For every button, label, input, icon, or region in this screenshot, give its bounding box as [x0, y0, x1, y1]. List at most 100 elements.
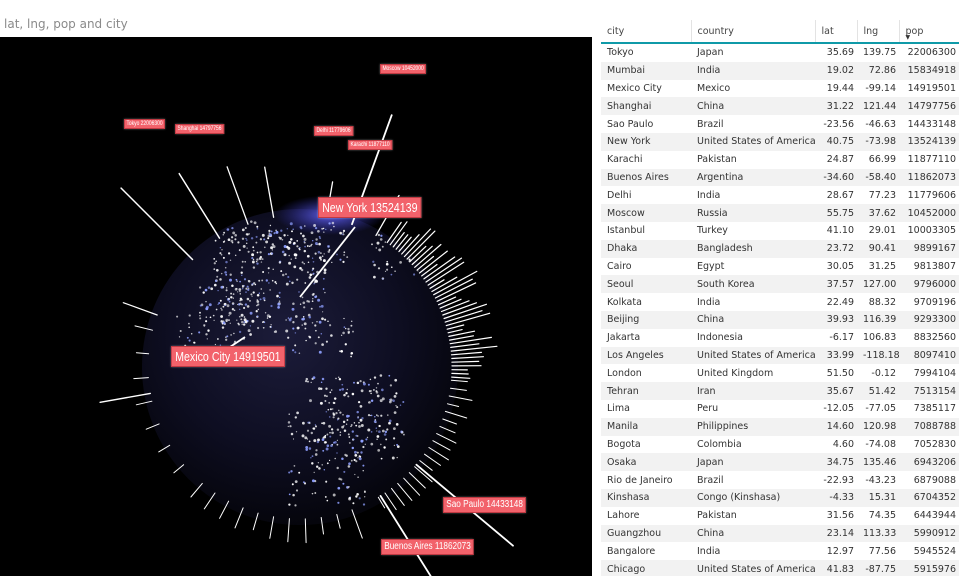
- cell-pop: 7994104: [913, 367, 956, 379]
- cell-city: Shanghai: [601, 97, 691, 116]
- cell-lat: -22.93: [823, 474, 854, 486]
- cell-lng: 127.00: [857, 275, 899, 294]
- cell-lng: 135.46: [857, 453, 899, 472]
- cell-city: Kinshasa: [601, 488, 691, 507]
- cell-lng: 37.62: [857, 204, 899, 222]
- cell-country: India: [697, 296, 721, 308]
- table-row[interactable]: London United Kingdom 51.50 -0.12 7994104: [601, 364, 959, 382]
- cell-city: Manila: [601, 417, 691, 436]
- table-row[interactable]: Delhi India 28.67 77.23 11779606: [601, 186, 959, 204]
- cell-lat: 12.97: [826, 545, 854, 557]
- cell-lat: 34.75: [815, 453, 857, 472]
- column-header-lat[interactable]: lat: [815, 20, 858, 44]
- cell-city: Karachi: [607, 154, 643, 166]
- cell-pop: 14433148: [907, 118, 956, 130]
- table-row[interactable]: Cairo Egypt 30.05 31.25 9813807: [601, 258, 959, 276]
- table-row[interactable]: Seoul South Korea 37.57 127.00 9796000: [601, 275, 959, 294]
- table-row[interactable]: Shanghai China 31.22 121.44 14797756: [601, 97, 959, 116]
- cell-lat: 33.99: [815, 346, 857, 365]
- cell-pop: 7513154: [899, 382, 959, 400]
- table-row[interactable]: Beijing China 39.93 116.39 9293300: [601, 310, 959, 329]
- cell-lng: 120.98: [857, 417, 899, 436]
- data-table[interactable]: city country lat lng pop ▼ Tokyo Japan 35.6…: [601, 20, 961, 576]
- cell-city: Cairo: [607, 260, 632, 272]
- globe-label-karachi: Karachi 11877110: [348, 140, 393, 150]
- cell-country: India: [697, 545, 721, 557]
- table-row[interactable]: Lima Peru -12.05 -77.05 7385117: [601, 400, 959, 418]
- globe-label-delhi: Delhi 11779606: [314, 126, 354, 136]
- column-header-country[interactable]: country: [691, 20, 816, 44]
- table-row[interactable]: Guangzhou China 23.14 113.33 5990912: [601, 524, 959, 543]
- column-header-pop[interactable]: pop ▼: [899, 20, 959, 44]
- table-row[interactable]: Osaka Japan 34.75 135.46 6943206: [601, 453, 959, 472]
- cell-country: China: [691, 310, 815, 329]
- table-row[interactable]: Bogota Colombia 4.60 -74.08 7052830: [601, 436, 959, 454]
- sort-descending-icon[interactable]: ▼: [906, 35, 911, 41]
- cell-city: Mumbai: [601, 61, 691, 80]
- table-row[interactable]: Tehran Iran 35.67 51.42 7513154: [601, 382, 959, 400]
- cell-city: Beijing: [601, 310, 691, 329]
- globe-label-sao-paulo: Sao Paulo 14433148: [443, 497, 527, 513]
- cell-lng: 77.23: [868, 189, 896, 201]
- table-row[interactable]: Mumbai India 19.02 72.86 15834918: [601, 61, 959, 80]
- globe-visual[interactable]: Moscow 10452000 Tokyo 22006300 Shanghai …: [0, 37, 592, 576]
- table-row[interactable]: Bangalore India 12.97 77.56 5945524: [601, 542, 959, 560]
- table-row[interactable]: Kolkata India 22.49 88.32 9709196: [601, 293, 959, 311]
- cell-lat: 55.75: [815, 204, 857, 222]
- table-row[interactable]: Sao Paulo Brazil -23.56 -46.63 14433148: [601, 115, 959, 133]
- cell-pop: 6704352: [899, 488, 959, 507]
- cell-country: Iran: [691, 382, 815, 400]
- cell-pop: 6943206: [899, 453, 959, 472]
- cell-country: Japan: [691, 453, 815, 472]
- cell-country: United Kingdom: [697, 367, 774, 379]
- cell-city: Moscow: [601, 204, 691, 222]
- cell-city: Rio de Janeiro: [607, 474, 673, 486]
- cell-lat: 31.22: [815, 97, 857, 116]
- cell-lng: 72.86: [857, 61, 899, 80]
- cell-country: United States of America: [691, 346, 815, 365]
- table-row[interactable]: Tokyo Japan 35.69 139.75 22006300: [601, 43, 959, 62]
- cell-lat: 30.05: [826, 260, 854, 272]
- table-row[interactable]: Chicago United States of America 41.83 -87.…: [601, 560, 959, 576]
- cell-city: Buenos Aires: [601, 168, 691, 187]
- table-row[interactable]: Jakarta Indonesia -6.17 106.83 8832560: [601, 329, 959, 347]
- globe-canvas[interactable]: [0, 37, 592, 576]
- cell-country: United States of America: [691, 560, 815, 576]
- cell-country: Brazil: [697, 474, 724, 486]
- cell-city: Sao Paulo: [607, 118, 654, 130]
- table-row[interactable]: Los Angeles United States of America 33.99…: [601, 346, 959, 365]
- table-row[interactable]: Istanbul Turkey 41.10 29.01 10003305: [601, 222, 959, 240]
- cell-country: Pakistan: [697, 510, 737, 522]
- cell-city: Bogota: [607, 438, 641, 450]
- cell-lat: 41.83: [815, 560, 857, 576]
- cell-city: Lahore: [607, 510, 640, 522]
- cell-lng: 88.32: [868, 296, 896, 308]
- table-row[interactable]: Buenos Aires Argentina -34.60 -58.40 1186207…: [601, 168, 959, 187]
- table-row[interactable]: Kinshasa Congo (Kinshasa) -4.33 15.31 670435…: [601, 488, 959, 507]
- cell-city: Tokyo: [607, 47, 634, 59]
- table-row[interactable]: Dhaka Bangladesh 23.72 90.41 9899167: [601, 239, 959, 258]
- cell-country: Egypt: [697, 260, 725, 272]
- table-row[interactable]: Karachi Pakistan 24.87 66.99 11877110: [601, 151, 959, 169]
- table-row[interactable]: Rio de Janeiro Brazil -22.93 -43.23 6879088: [601, 471, 959, 489]
- cell-pop: 9899167: [899, 239, 959, 258]
- column-header-city[interactable]: city: [601, 20, 692, 44]
- table-row[interactable]: Moscow Russia 55.75 37.62 10452000: [601, 204, 959, 222]
- cell-pop: 5945524: [913, 545, 956, 557]
- cell-country: Congo (Kinshasa): [691, 488, 815, 507]
- cell-lng: -87.75: [857, 560, 899, 576]
- cell-lat: -4.33: [815, 488, 857, 507]
- cell-pop: 10452000: [899, 204, 959, 222]
- cell-lat: 14.60: [815, 417, 857, 436]
- cell-pop: 6443944: [913, 510, 956, 522]
- table-row[interactable]: Mexico City Mexico 19.44 -99.14 14919501: [601, 80, 959, 98]
- cell-lng: 121.44: [857, 97, 899, 116]
- cell-lat: 4.60: [832, 438, 854, 450]
- cell-country: Philippines: [691, 417, 815, 436]
- table-row[interactable]: Manila Philippines 14.60 120.98 7088788: [601, 417, 959, 436]
- cell-lat: -34.60: [815, 168, 857, 187]
- table-row[interactable]: New York United States of America 40.75 -73…: [601, 132, 959, 151]
- column-header-lng[interactable]: lng: [857, 20, 900, 44]
- cell-country: Argentina: [691, 168, 815, 187]
- table-row[interactable]: Lahore Pakistan 31.56 74.35 6443944: [601, 507, 959, 525]
